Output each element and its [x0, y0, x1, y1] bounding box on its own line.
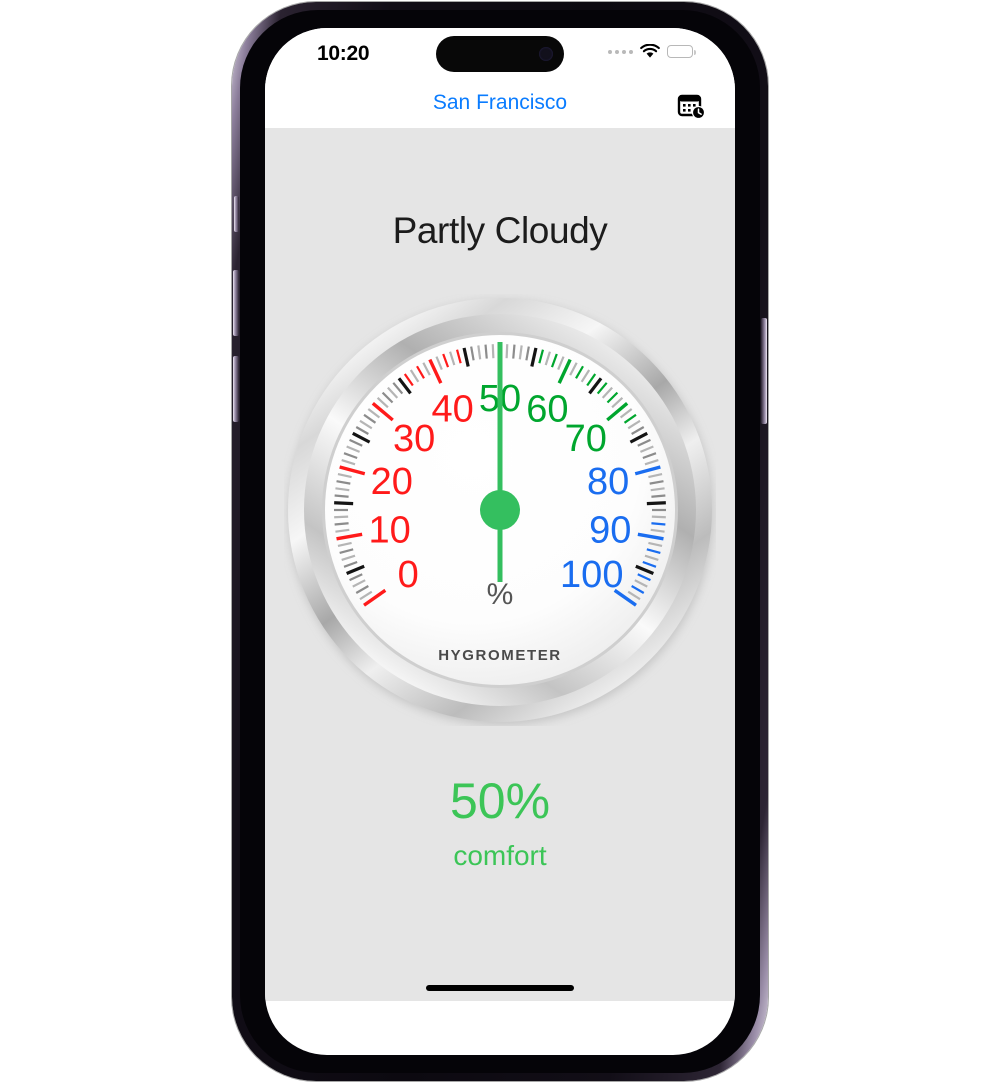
city-name-button[interactable]: San Francisco: [265, 91, 735, 115]
volume-down-button[interactable]: [233, 356, 239, 422]
gauge-tick-label: 20: [371, 461, 413, 503]
mute-switch-button[interactable]: [234, 196, 239, 232]
gauge-minor-tick: [651, 515, 666, 519]
gauge-tick-label: 90: [589, 509, 631, 551]
gauge-tick-label: 40: [432, 388, 474, 430]
gauge-minor-tick: [334, 494, 349, 498]
humidity-readout-value: 50%: [449, 773, 551, 829]
gauge-minor-tick: [646, 501, 666, 506]
gauge-tick-label: 30: [393, 418, 435, 460]
gauge-brand-label: HYGROMETER: [438, 647, 562, 664]
gauge-minor-tick: [491, 344, 495, 359]
gauge-unit-label: %: [487, 578, 514, 611]
front-camera-icon: [539, 47, 553, 61]
hygrometer-gauge: 0 10 20 30 40 50 60 70 80 90 100 % HYGROMETER: [284, 294, 716, 726]
cellular-dots-icon: [608, 49, 633, 54]
gauge-minor-tick: [651, 494, 666, 498]
gauge-minor-tick: [334, 515, 349, 519]
gauge-minor-tick: [512, 344, 516, 359]
weather-condition-title: Partly Cloudy: [392, 210, 608, 251]
power-button[interactable]: [761, 318, 767, 424]
home-indicator[interactable]: [426, 985, 574, 991]
dynamic-island: [436, 36, 564, 72]
status-bar: 10:20: [265, 28, 735, 84]
battery-icon: [667, 45, 696, 58]
gauge-tick-label: 60: [526, 388, 568, 430]
gauge-tick-label: 10: [369, 509, 411, 551]
gauge-minor-tick: [334, 501, 354, 506]
gauge-minor-tick: [505, 344, 509, 359]
volume-up-button[interactable]: [233, 270, 239, 336]
status-bar-time: 10:20: [317, 42, 370, 65]
gauge-svg: 010203040 50 60708090100 % HYGROMETER: [288, 298, 712, 722]
status-bar-indicators: [608, 44, 696, 59]
gauge-minor-tick: [651, 522, 666, 526]
main-content: Partly Cloudy 0 10 20 30 40 50 60 70 80 …: [265, 128, 735, 1001]
gauge-minor-tick: [484, 344, 488, 359]
nav-header: San Francisco: [265, 84, 735, 128]
gauge-tick-label: 100: [560, 554, 623, 596]
gauge-minor-tick: [334, 522, 349, 526]
calendar-clock-icon[interactable]: [671, 86, 711, 126]
humidity-comfort-label: comfort: [453, 840, 547, 871]
wifi-icon: [640, 44, 660, 59]
gauge-tick-label: 80: [587, 461, 629, 503]
gauge-tick-label: 70: [565, 418, 607, 460]
phone-screen: 10:20 San Francisco Partly Cloudy 0 10 2…: [265, 28, 735, 1055]
gauge-tick-label: 0: [398, 554, 419, 596]
